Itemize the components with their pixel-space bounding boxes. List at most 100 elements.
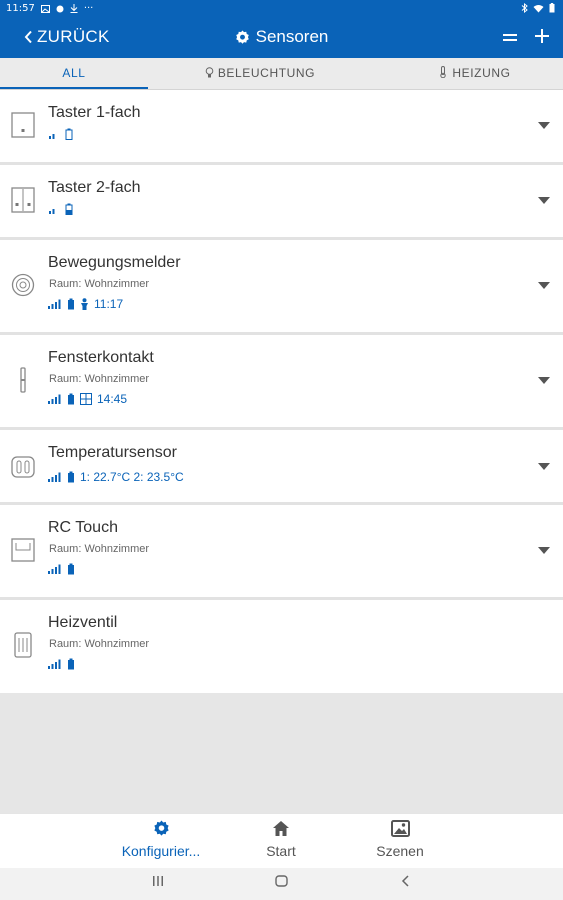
window-contact-icon	[20, 367, 26, 393]
rc-touch-icon	[11, 538, 35, 562]
nav-start-label: Start	[266, 843, 296, 859]
signal-weak-icon	[49, 208, 55, 214]
bottom-navigation: Konfigurier... Start Szenen	[0, 813, 563, 869]
device-name: Bewegungsmelder	[48, 254, 181, 271]
battery-empty-icon	[65, 128, 73, 140]
add-button[interactable]	[535, 24, 549, 49]
device-name: Taster 1-fach	[48, 104, 141, 121]
chevron-down-icon[interactable]	[538, 377, 550, 384]
nav-szenen[interactable]: Szenen	[345, 820, 455, 859]
window-icon	[80, 393, 92, 405]
page-title: Sensoren	[0, 27, 563, 50]
bulb-icon	[205, 67, 214, 78]
filter-tabs: ALL BELEUCHTUNG HEIZUNG	[0, 58, 563, 90]
page-title-text: Sensoren	[255, 27, 329, 46]
device-name: Fensterkontakt	[48, 349, 154, 366]
signal-full-icon	[48, 659, 61, 669]
chevron-down-icon[interactable]	[538, 282, 550, 289]
device-last-event: 11:17	[94, 297, 124, 311]
empty-area	[0, 693, 563, 813]
device-name: Taster 2-fach	[48, 179, 141, 196]
device-room: Raum: Wohnzimmer	[49, 278, 150, 290]
home-icon	[273, 821, 289, 836]
device-room: Raum: Wohnzimmer	[49, 543, 150, 555]
tab-all-label: ALL	[62, 66, 86, 80]
battery-full-icon	[68, 563, 74, 575]
device-room: Raum: Wohnzimmer	[49, 373, 150, 385]
double-button-icon	[11, 187, 35, 213]
recent-apps-icon	[153, 876, 163, 886]
list-item-rc-touch[interactable]: RC Touch Raum: Wohnzimmer	[0, 505, 563, 600]
app-notification-icon	[56, 5, 64, 12]
image-notification-icon	[40, 4, 50, 13]
list-item-heizventil[interactable]: Heizventil Raum: Wohnzimmer	[0, 600, 563, 692]
battery-full-icon	[68, 471, 74, 483]
list-item-fensterkontakt[interactable]: Fensterkontakt Raum: Wohnzimmer 14:45	[0, 335, 563, 430]
back-chevron-icon	[401, 875, 409, 887]
battery-full-icon	[68, 298, 74, 310]
tab-heizung[interactable]: HEIZUNG	[420, 58, 530, 89]
menu-button[interactable]	[503, 28, 517, 49]
device-status	[48, 203, 73, 215]
nav-szenen-label: Szenen	[376, 843, 424, 859]
chevron-down-icon[interactable]	[538, 122, 550, 129]
motion-sensor-icon	[11, 273, 35, 297]
signal-full-icon	[48, 299, 61, 309]
tab-heizung-label: HEIZUNG	[452, 66, 511, 80]
tab-beleuchtung-label: BELEUCHTUNG	[217, 66, 316, 80]
device-status	[48, 563, 75, 575]
nav-start[interactable]: Start	[226, 820, 336, 859]
device-status	[48, 128, 73, 140]
nav-konfiguration-label: Konfigurier...	[121, 843, 201, 859]
list-item-temperatursensor[interactable]: Temperatursensor 1: 22.7°C 2: 23.5°C	[0, 430, 563, 505]
tab-all[interactable]: ALL	[0, 58, 148, 89]
signal-full-icon	[48, 472, 61, 482]
single-button-icon	[11, 112, 35, 138]
device-status: 11:17	[48, 297, 123, 311]
recent-apps-button[interactable]	[152, 875, 164, 891]
list-item-bewegungsmelder[interactable]: Bewegungsmelder Raum: Wohnzimmer 11:17	[0, 240, 563, 335]
chevron-down-icon[interactable]	[538, 463, 550, 470]
device-status: 1: 22.7°C 2: 23.5°C	[48, 470, 184, 484]
system-navigation-bar	[0, 868, 563, 900]
battery-full-icon	[68, 393, 74, 405]
list-item-taster-1-fach[interactable]: Taster 1-fach	[0, 90, 563, 165]
wifi-icon	[533, 4, 544, 12]
signal-weak-icon	[49, 133, 55, 139]
chevron-down-icon[interactable]	[538, 197, 550, 204]
device-temperatures: 1: 22.7°C 2: 23.5°C	[80, 470, 184, 484]
status-time: 11:57	[6, 3, 35, 14]
heating-valve-icon	[14, 632, 32, 658]
person-icon	[81, 298, 88, 310]
back-system-button[interactable]	[401, 875, 410, 891]
gear-icon	[153, 820, 169, 836]
bluetooth-icon	[521, 3, 528, 13]
tab-beleuchtung[interactable]: BELEUCHTUNG	[190, 58, 330, 89]
device-status: 14:45	[48, 392, 127, 406]
device-last-event: 14:45	[97, 392, 128, 406]
home-circle-icon	[275, 875, 288, 887]
more-notifications: ···	[83, 3, 94, 14]
device-name: RC Touch	[48, 519, 118, 536]
battery-low-icon	[65, 203, 73, 215]
device-room: Raum: Wohnzimmer	[49, 638, 150, 650]
temperature-sensor-icon	[11, 456, 35, 478]
signal-full-icon	[48, 394, 61, 404]
chevron-down-icon[interactable]	[538, 547, 550, 554]
download-icon	[70, 4, 78, 13]
device-name: Temperatursensor	[48, 444, 177, 461]
plus-icon	[535, 29, 549, 43]
signal-full-icon	[48, 564, 61, 574]
list-item-taster-2-fach[interactable]: Taster 2-fach	[0, 165, 563, 240]
gear-icon	[235, 29, 249, 44]
battery-icon	[549, 3, 555, 13]
device-status	[48, 658, 75, 670]
menu-icon	[503, 34, 517, 41]
home-system-button[interactable]	[275, 875, 288, 891]
device-name: Heizventil	[48, 614, 118, 631]
app-bar: ZURÜCK Sensoren	[0, 18, 563, 58]
status-bar: 11:57 ···	[0, 0, 563, 18]
battery-full-icon	[68, 658, 74, 670]
thermometer-icon	[440, 66, 447, 79]
nav-konfiguration[interactable]: Konfigurier...	[106, 820, 216, 859]
